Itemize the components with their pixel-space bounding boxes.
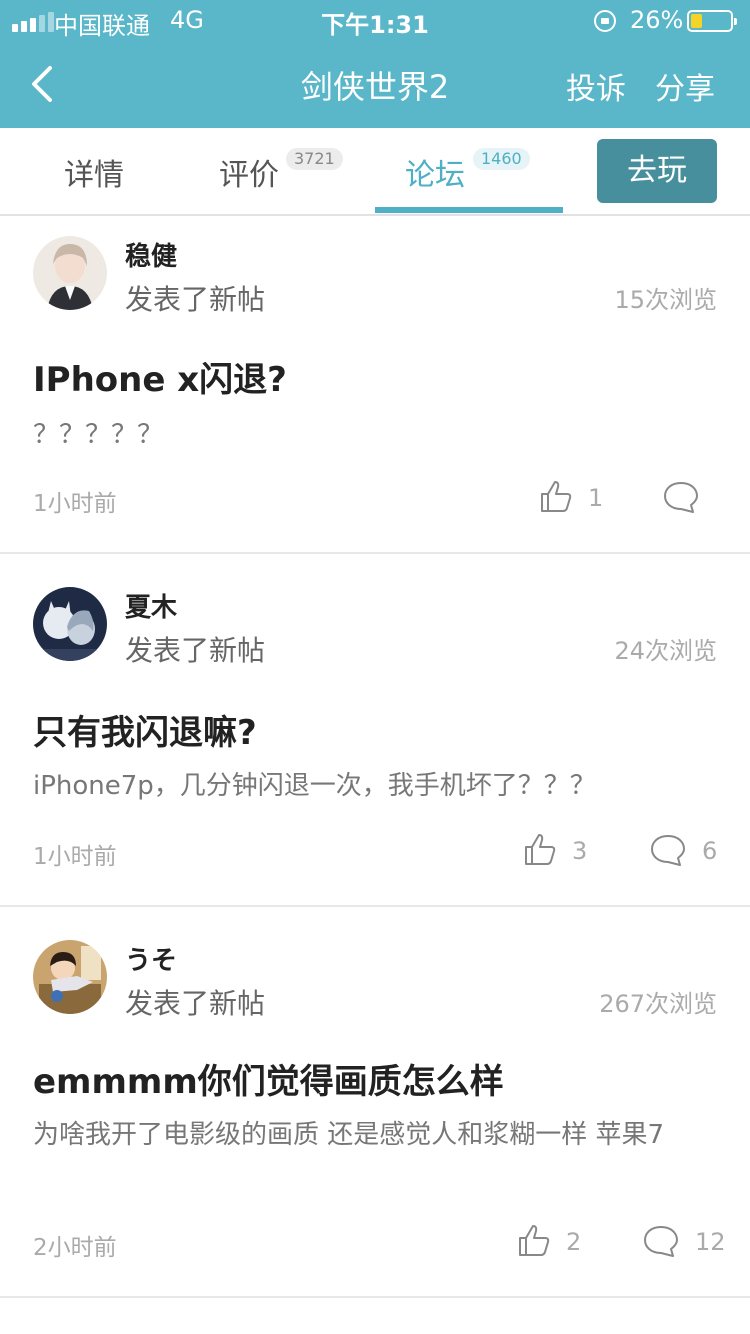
like-count: 2 [566,1228,582,1256]
post-body[interactable]: ？？？？？ [33,416,723,454]
post-title[interactable]: IPhone x闪退? [33,352,287,401]
app-header: 中国联通 4G 下午1:31 26% 剑侠世界2 投诉 分享 [0,0,750,128]
like-icon[interactable] [516,1223,552,1259]
post-author[interactable]: 夏木 [125,587,177,624]
post-time: 1小时前 [33,844,117,870]
view-count: 267次浏览 [599,990,717,1018]
post-divider [0,1296,750,1298]
post-time: 2小时前 [33,1235,117,1261]
tab-reviews[interactable]: 评价 [219,150,279,194]
post-title[interactable]: 只有我闪退嘛? [33,705,257,754]
view-count: 24次浏览 [614,637,717,665]
post-author[interactable]: うそ [125,940,177,977]
orientation-lock-icon [594,10,616,32]
post-author[interactable]: 稳健 [125,236,177,273]
post-body[interactable]: 为啥我开了电影级的画质 还是感觉人和浆糊一样 苹果7 [33,1116,723,1154]
forum-post[interactable]: 稳健 发表了新帖 15次浏览 IPhone x闪退? ？？？？？ 1小时前 1 [0,216,750,554]
post-time: 1小时前 [33,491,117,517]
post-action: 发表了新帖 [125,634,266,667]
post-divider [0,905,750,907]
avatar[interactable] [33,940,107,1014]
comment-icon[interactable] [663,479,699,515]
like-count: 3 [572,837,588,865]
tab-bar: 详情 评价 3721 论坛 1460 去玩 [0,128,750,216]
avatar[interactable] [33,236,107,310]
share-button[interactable]: 分享 [655,64,715,108]
comment-count: 12 [695,1228,726,1256]
avatar[interactable] [33,587,107,661]
battery-icon [687,10,737,32]
nav-bar: 剑侠世界2 投诉 分享 [0,40,750,128]
post-title[interactable]: emmmm你们觉得画质怎么样 [33,1054,504,1103]
like-icon[interactable] [538,479,574,515]
comment-icon[interactable] [643,1223,679,1259]
like-count: 1 [588,484,604,512]
complain-button[interactable]: 投诉 [566,64,626,108]
play-button[interactable]: 去玩 [597,139,717,203]
tab-details[interactable]: 详情 [64,150,124,194]
forum-post[interactable]: うそ 发表了新帖 267次浏览 emmmm你们觉得画质怎么样 为啥我开了电影级的… [0,920,750,1300]
post-divider [0,552,750,554]
tab-forum[interactable]: 论坛 [405,150,465,194]
comment-count: 6 [702,837,718,865]
reviews-count-badge: 3721 [286,148,343,170]
forum-count-badge: 1460 [473,148,530,170]
forum-post[interactable]: 夏木 发表了新帖 24次浏览 只有我闪退嘛? iPhone7p，几分钟闪退一次，… [0,567,750,907]
view-count: 15次浏览 [614,286,717,314]
status-bar: 中国联通 4G 下午1:31 26% [0,0,750,40]
like-icon[interactable] [522,832,558,868]
active-tab-indicator [375,207,563,213]
page-title: 剑侠世界2 [300,68,450,106]
comment-icon[interactable] [650,832,686,868]
post-action: 发表了新帖 [125,283,266,316]
battery-percent: 26% [630,6,684,34]
post-action: 发表了新帖 [125,987,266,1020]
post-body[interactable]: iPhone7p，几分钟闪退一次，我手机坏了？？？ [33,767,723,805]
